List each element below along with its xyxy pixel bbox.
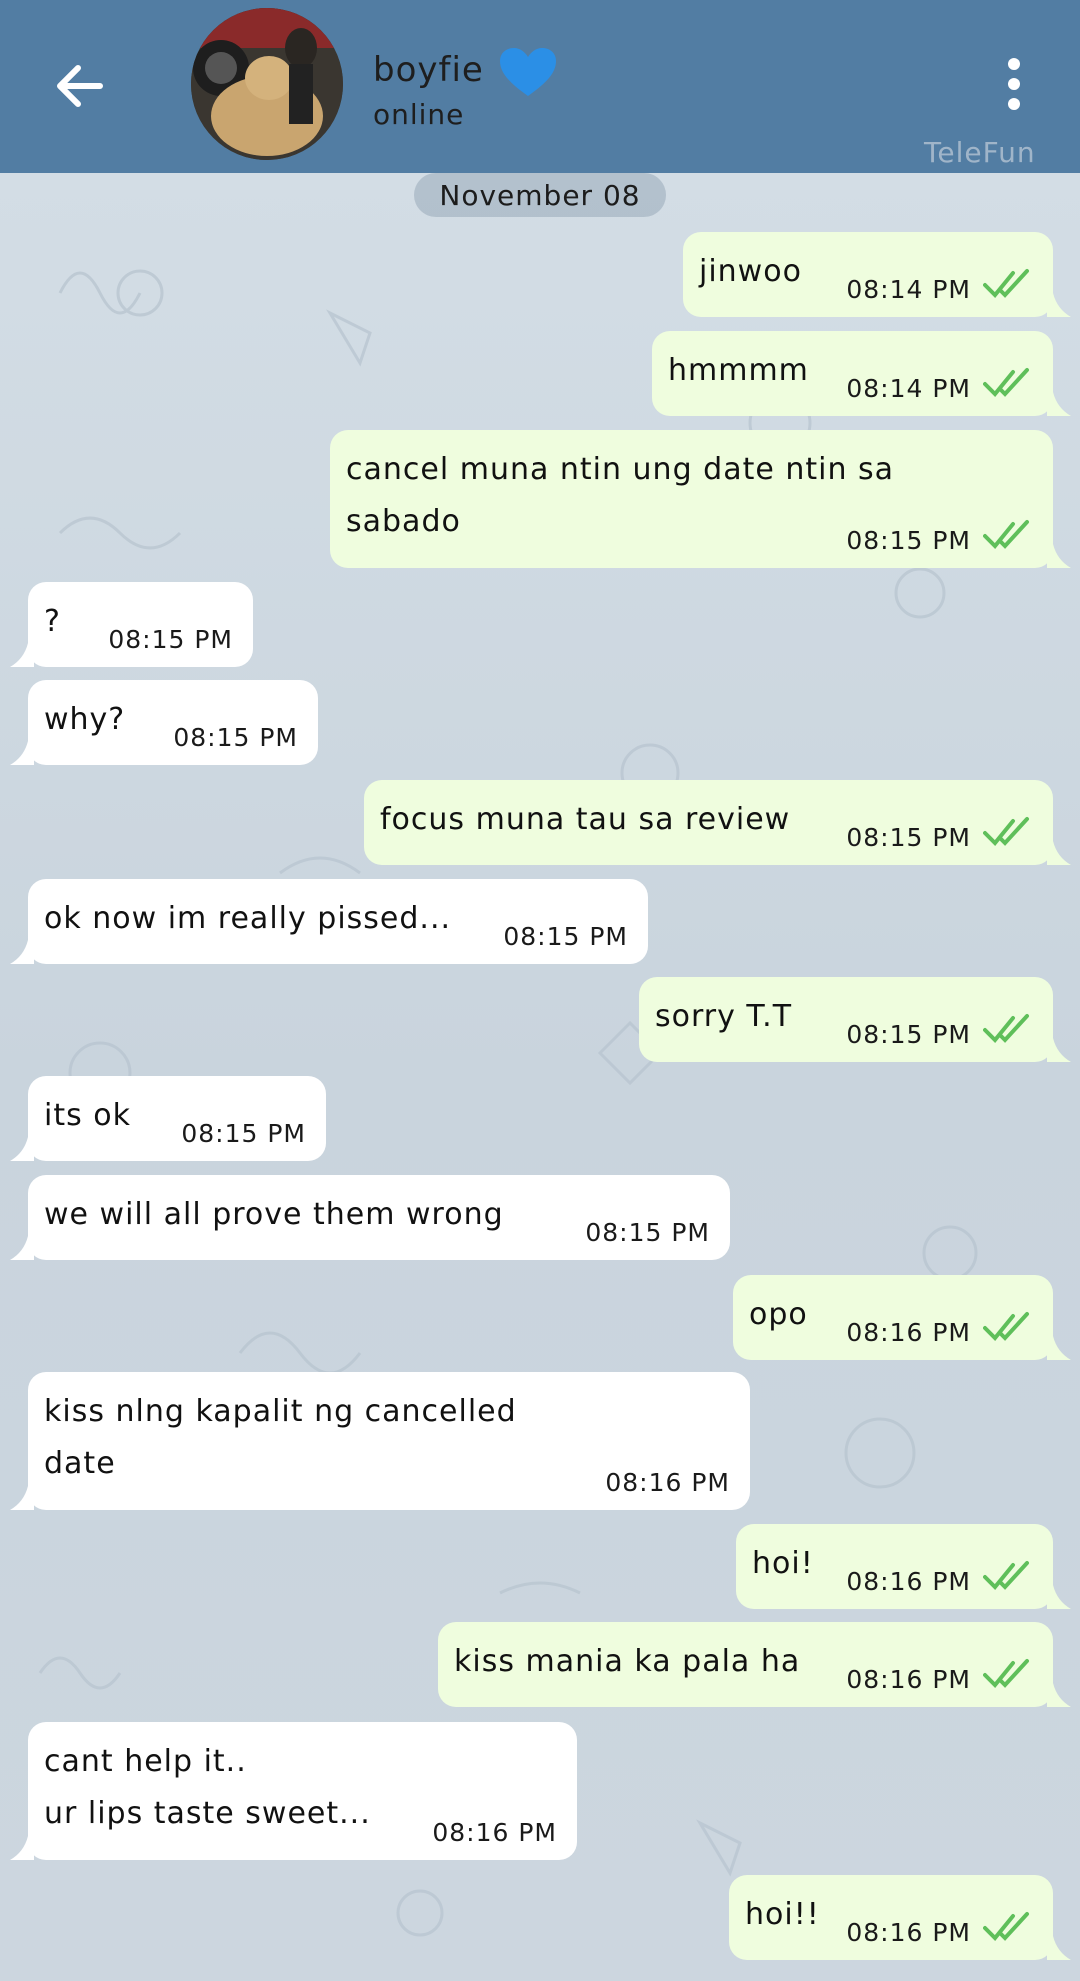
bubble-tail	[10, 643, 34, 667]
back-arrow-icon	[57, 65, 103, 107]
message-text: opo	[749, 1297, 808, 1332]
more-vertical-icon	[1008, 58, 1020, 70]
outgoing-message[interactable]: kiss mania ka pala ha 08:16 PM	[438, 1622, 1071, 1707]
message-text: hoi!	[752, 1546, 814, 1581]
message-time: 08:16 PM	[846, 1665, 971, 1694]
message-time: 08:16 PM	[432, 1818, 557, 1847]
chat-header: boyfie online TeleFun	[0, 0, 1080, 173]
message-time: 08:14 PM	[846, 374, 971, 403]
bubble-tail	[10, 1137, 34, 1161]
chat-screen: boyfie online TeleFun November 08 jinwoo…	[0, 0, 1080, 1981]
watermark: TeleFun	[924, 136, 1036, 169]
incoming-message[interactable]: kiss nlng kapalit ng cancelled date 08:16…	[10, 1372, 750, 1510]
avatar-photo	[191, 8, 343, 160]
message-text: jinwoo	[699, 254, 802, 289]
contact-status: online	[373, 98, 465, 131]
message-time: 08:16 PM	[846, 1318, 971, 1347]
blue-heart-icon	[500, 48, 556, 96]
bubble-tail	[10, 1836, 34, 1860]
message-time: 08:16 PM	[846, 1567, 971, 1596]
bubble-tail	[1047, 1336, 1071, 1360]
message-time: 08:15 PM	[173, 723, 298, 752]
message-text: kiss nlng kapalit ng cancelled date	[44, 1394, 517, 1481]
outgoing-message[interactable]: hmmmm 08:14 PM	[652, 331, 1071, 416]
double-check-icon	[983, 817, 1029, 846]
incoming-message[interactable]: its ok 08:15 PM	[10, 1076, 326, 1161]
message-time: 08:15 PM	[846, 1020, 971, 1049]
bubble-tail	[10, 1236, 34, 1260]
bubble-tail	[1047, 841, 1071, 865]
bubble-tail	[1047, 1936, 1071, 1960]
message-text: focus muna tau sa review	[380, 802, 791, 837]
more-vertical-icon-dot	[1008, 78, 1020, 90]
bubble-tail	[1047, 1038, 1071, 1062]
double-check-icon	[983, 1561, 1029, 1590]
bubble-tail	[10, 940, 34, 964]
message-text: cant help it.. ur lips taste sweet...	[44, 1744, 371, 1831]
more-vertical-icon-dot	[1008, 98, 1020, 110]
double-check-icon	[983, 1912, 1029, 1941]
outgoing-message[interactable]: focus muna tau sa review 08:15 PM	[364, 780, 1071, 865]
message-text: sorry T.T	[655, 999, 793, 1034]
double-check-icon	[983, 1312, 1029, 1341]
message-list[interactable]: November 08 jinwoo 08:14 PM hmmmm 08:14 PM c…	[0, 173, 1080, 1981]
message-time: 08:15 PM	[108, 625, 233, 654]
incoming-message[interactable]: why? 08:15 PM	[10, 680, 318, 765]
message-time: 08:15 PM	[846, 823, 971, 852]
incoming-message[interactable]: ? 08:15 PM	[10, 582, 253, 667]
bubble-tail	[10, 1486, 34, 1510]
message-time: 08:15 PM	[846, 526, 971, 555]
incoming-message[interactable]: cant help it.. ur lips taste sweet... 08:…	[10, 1722, 577, 1860]
bubble-tail	[1047, 544, 1071, 568]
date-separator: November 08	[414, 173, 666, 217]
message-time: 08:16 PM	[846, 1918, 971, 1947]
contact-name[interactable]: boyfie	[373, 50, 484, 90]
incoming-message[interactable]: we will all prove them wrong 08:15 PM	[10, 1175, 730, 1260]
double-check-icon	[983, 269, 1029, 298]
outgoing-message[interactable]: sorry T.T 08:15 PM	[639, 977, 1071, 1062]
message-text: its ok	[44, 1098, 131, 1133]
outgoing-message[interactable]: cancel muna ntin ung date ntin sa sabado…	[330, 430, 1071, 568]
bubble-tail	[1047, 1585, 1071, 1609]
outgoing-message[interactable]: opo 08:16 PM	[733, 1275, 1071, 1360]
message-time: 08:15 PM	[585, 1218, 710, 1247]
message-text: ok now im really pissed...	[44, 901, 452, 936]
message-text: why?	[44, 702, 126, 737]
bubble-tail	[1047, 293, 1071, 317]
double-check-icon	[983, 1014, 1029, 1043]
message-time: 08:15 PM	[181, 1119, 306, 1148]
incoming-message[interactable]: ok now im really pissed... 08:15 PM	[10, 879, 648, 964]
outgoing-message[interactable]: hoi!! 08:16 PM	[729, 1875, 1071, 1960]
double-check-icon	[983, 520, 1029, 549]
message-text: kiss mania ka pala ha	[454, 1644, 801, 1679]
more-options-button[interactable]	[992, 52, 1036, 116]
bubble-tail	[1047, 1683, 1071, 1707]
outgoing-message[interactable]: hoi! 08:16 PM	[736, 1524, 1071, 1609]
double-check-icon	[983, 368, 1029, 397]
message-text: ?	[44, 604, 61, 639]
message-time: 08:14 PM	[846, 275, 971, 304]
message-text: cancel muna ntin ung date ntin sa sabado	[346, 452, 895, 539]
outgoing-message[interactable]: jinwoo 08:14 PM	[683, 232, 1071, 317]
bubble-tail	[1047, 392, 1071, 416]
message-time: 08:15 PM	[503, 922, 628, 951]
double-check-icon	[983, 1659, 1029, 1688]
message-text: hmmmm	[668, 353, 809, 388]
back-button[interactable]	[44, 50, 116, 122]
bubble-tail	[10, 741, 34, 765]
message-time: 08:16 PM	[605, 1468, 730, 1497]
message-text: hoi!!	[745, 1897, 820, 1932]
message-text: we will all prove them wrong	[44, 1197, 504, 1232]
contact-avatar[interactable]	[191, 8, 343, 160]
